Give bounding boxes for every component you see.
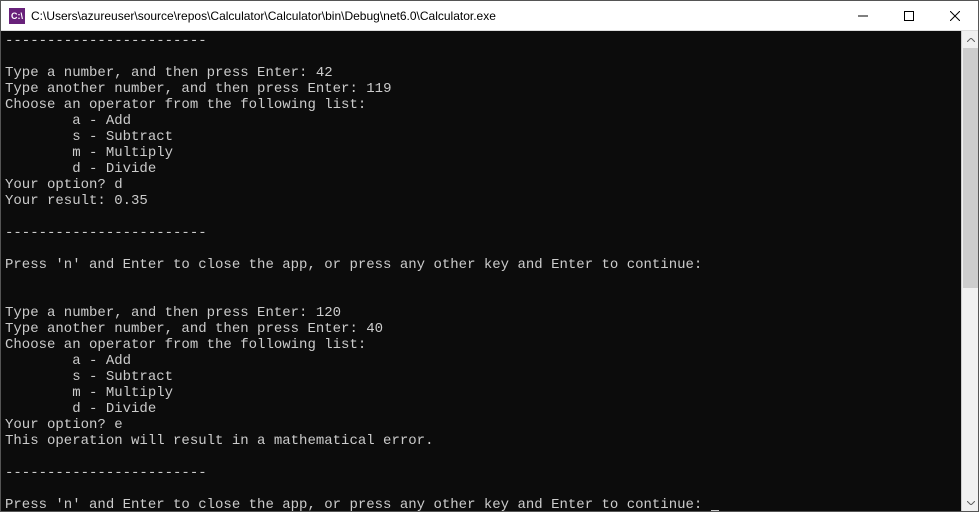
chevron-down-icon bbox=[967, 501, 975, 505]
window-controls bbox=[840, 1, 978, 30]
titlebar-left: C:\ C:\Users\azureuser\source\repos\Calc… bbox=[1, 8, 496, 24]
close-button[interactable] bbox=[932, 1, 978, 30]
operator-option: m - Multiply bbox=[5, 385, 173, 401]
operator-option: a - Add bbox=[5, 353, 131, 369]
close-icon bbox=[950, 11, 960, 21]
user-input: 120 bbox=[316, 305, 341, 321]
user-input: 119 bbox=[366, 81, 391, 97]
operator-option: d - Divide bbox=[5, 161, 156, 177]
operator-option: s - Subtract bbox=[5, 129, 173, 145]
minimize-button[interactable] bbox=[840, 1, 886, 30]
scroll-thumb[interactable] bbox=[963, 48, 978, 288]
scroll-up-button[interactable] bbox=[962, 31, 978, 48]
continue-prompt: Press 'n' and Enter to close the app, or… bbox=[5, 497, 711, 511]
prompt-text: Type another number, and then press Ente… bbox=[5, 321, 366, 337]
window-title: C:\Users\azureuser\source\repos\Calculat… bbox=[31, 9, 496, 23]
choose-operator-line: Choose an operator from the following li… bbox=[5, 337, 366, 353]
vertical-scrollbar[interactable] bbox=[961, 31, 978, 511]
error-message: This operation will result in a mathemat… bbox=[5, 433, 433, 449]
option-prompt: Your option? bbox=[5, 177, 114, 193]
operator-option: d - Divide bbox=[5, 401, 156, 417]
chevron-up-icon bbox=[967, 38, 975, 42]
user-input: 42 bbox=[316, 65, 333, 81]
maximize-icon bbox=[904, 11, 914, 21]
continue-prompt: Press 'n' and Enter to close the app, or… bbox=[5, 257, 711, 273]
user-input: e bbox=[114, 417, 122, 433]
prompt-text: Type another number, and then press Ente… bbox=[5, 81, 366, 97]
operator-option: a - Add bbox=[5, 113, 131, 129]
result-value: 0.35 bbox=[114, 193, 148, 209]
cursor bbox=[711, 510, 719, 511]
console-output[interactable]: ------------------------ Type a number, … bbox=[1, 31, 961, 511]
app-icon: C:\ bbox=[9, 8, 25, 24]
separator-line: ------------------------ bbox=[5, 33, 207, 49]
separator-line: ------------------------ bbox=[5, 225, 207, 241]
titlebar[interactable]: C:\ C:\Users\azureuser\source\repos\Calc… bbox=[1, 1, 978, 31]
user-input: d bbox=[114, 177, 122, 193]
scroll-down-button[interactable] bbox=[962, 494, 978, 511]
operator-option: m - Multiply bbox=[5, 145, 173, 161]
operator-option: s - Subtract bbox=[5, 369, 173, 385]
app-window: C:\ C:\Users\azureuser\source\repos\Calc… bbox=[0, 0, 979, 512]
result-label: Your result: bbox=[5, 193, 114, 209]
option-prompt: Your option? bbox=[5, 417, 114, 433]
minimize-icon bbox=[858, 11, 868, 21]
user-input: 40 bbox=[366, 321, 383, 337]
separator-line: ------------------------ bbox=[5, 465, 207, 481]
maximize-button[interactable] bbox=[886, 1, 932, 30]
prompt-text: Type a number, and then press Enter: bbox=[5, 305, 316, 321]
prompt-text: Type a number, and then press Enter: bbox=[5, 65, 316, 81]
console-area: ------------------------ Type a number, … bbox=[1, 31, 978, 511]
choose-operator-line: Choose an operator from the following li… bbox=[5, 97, 366, 113]
